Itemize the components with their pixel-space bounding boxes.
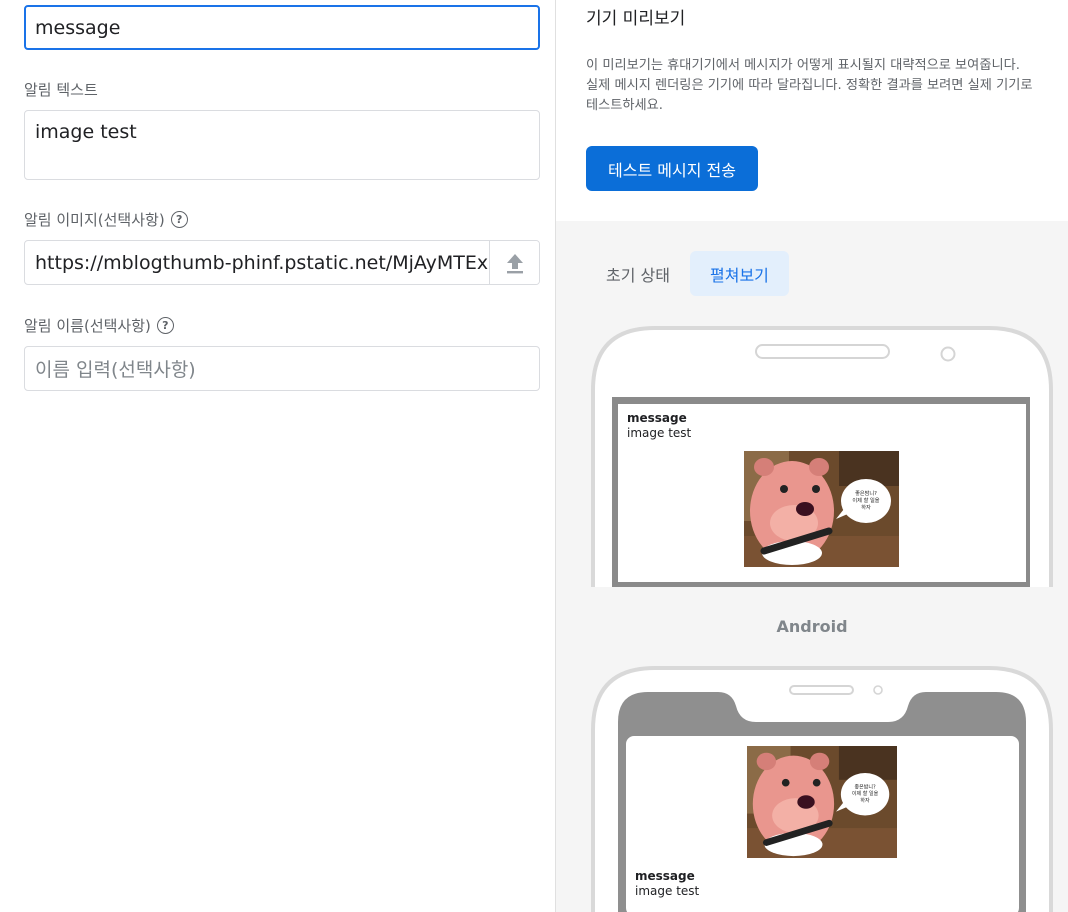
- notification-text-label-text: 알림 텍스트: [24, 81, 98, 99]
- upload-button[interactable]: [489, 241, 539, 284]
- android-label: Android: [776, 617, 848, 636]
- ios-phone-preview: message image test 좋은밤니? 이제 할 일을 하자: [556, 320, 1068, 587]
- tab-initial-state[interactable]: 초기 상태: [586, 251, 690, 296]
- speech-text: 좋은밤니?: [854, 783, 875, 790]
- device-preview-panel: 기기 미리보기 이 미리보기는 휴대기기에서 메시지가 어떻게 표시될지 대략적…: [556, 0, 1068, 912]
- preview-desc-line: 테스트하세요.: [586, 98, 663, 113]
- speech-text: 하자: [861, 503, 871, 511]
- notification-name-placeholder: 이름 입력(선택사항): [35, 359, 196, 381]
- help-circle-icon[interactable]: ?: [170, 211, 188, 228]
- notification-image: 좋은밤니? 이제 할 일을 하자: [744, 451, 909, 581]
- speech-text: 이제 할 일을: [852, 790, 879, 797]
- notification-body: image test: [635, 884, 700, 898]
- notification-text-label: 알림 텍스트: [24, 79, 98, 100]
- tab-expanded-view[interactable]: 펼쳐보기: [690, 251, 789, 296]
- notification-text-value: image test: [35, 121, 137, 143]
- notification-form: message 알림 텍스트 image test 알림 이미지(선택사항) ?…: [0, 0, 555, 912]
- speech-text: 하자: [860, 797, 870, 804]
- notification-title-input[interactable]: message: [24, 5, 540, 50]
- notification-title-value: message: [35, 16, 121, 39]
- upload-icon: [506, 253, 523, 273]
- notification-name-input[interactable]: 이름 입력(선택사항): [24, 346, 540, 391]
- notification-image-url-value: https://mblogthumb-phinf.pstatic.net/MjA…: [35, 251, 489, 274]
- notification-title: message: [635, 869, 695, 883]
- notification-image-label: 알림 이미지(선택사항) ?: [24, 209, 188, 230]
- notification-body: image test: [627, 426, 692, 440]
- notification-image: 좋은밤니? 이제 할 일을 하자: [747, 746, 907, 872]
- preview-header: 기기 미리보기 이 미리보기는 휴대기기에서 메시지가 어떻게 표시될지 대략적…: [556, 0, 1068, 221]
- android-notification-card: 좋은밤니? 이제 할 일을 하자 message image test: [626, 736, 1019, 912]
- notification-image-label-text: 알림 이미지(선택사항): [24, 211, 165, 229]
- android-phone-preview: 좋은밤니? 이제 할 일을 하자 message image test: [556, 660, 1068, 912]
- beaver-character-image: 좋은밤니? 이제 할 일을 하자: [747, 746, 907, 872]
- speech-text: 이제 할 일을: [852, 496, 879, 504]
- preview-description: 이 미리보기는 휴대기기에서 메시지가 어떻게 표시될지 대략적으로 보여줍니다…: [586, 56, 1061, 116]
- speech-text: 좋은밤니?: [855, 489, 877, 497]
- preview-desc-line: 실제 메시지 렌더링은 기기에 따라 달라집니다. 정확한 결과를 보려면 실제…: [586, 78, 1033, 93]
- help-circle-icon[interactable]: ?: [156, 317, 174, 334]
- notification-image-field: https://mblogthumb-phinf.pstatic.net/MjA…: [24, 240, 540, 285]
- notification-name-label: 알림 이름(선택사항) ?: [24, 315, 174, 336]
- notification-title: message: [627, 411, 687, 425]
- ios-notification-card: message image test 좋은밤니? 이제 할 일을 하자: [618, 404, 1026, 582]
- notification-image-url-input[interactable]: https://mblogthumb-phinf.pstatic.net/MjA…: [25, 241, 489, 284]
- preview-desc-line: 이 미리보기는 휴대기기에서 메시지가 어떻게 표시될지 대략적으로 보여줍니다…: [586, 58, 1020, 73]
- send-test-message-button[interactable]: 테스트 메시지 전송: [586, 146, 758, 191]
- notification-text-input[interactable]: image test: [24, 110, 540, 180]
- beaver-character-image: 좋은밤니? 이제 할 일을 하자: [744, 451, 909, 581]
- notification-name-label-text: 알림 이름(선택사항): [24, 317, 151, 335]
- preview-title: 기기 미리보기: [586, 9, 686, 29]
